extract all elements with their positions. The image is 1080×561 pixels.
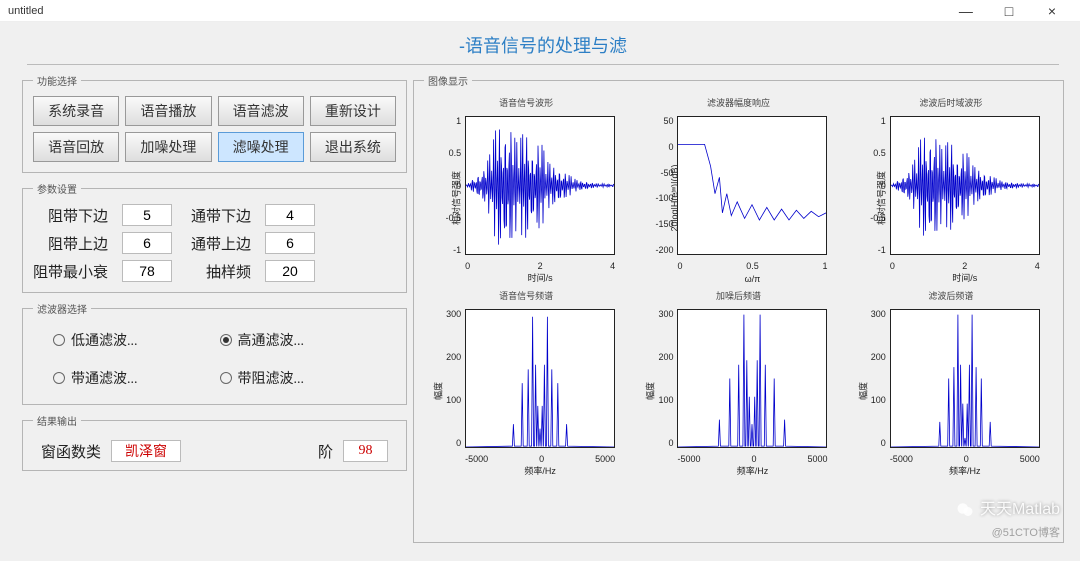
image-panel: 图像显示 语音信号波形相对信号强度10.50-0.5-1024时间/s滤波器幅度… (413, 73, 1064, 543)
chart-plot-area (465, 309, 615, 448)
param-input[interactable] (265, 204, 315, 226)
param-label: 通带下边 (191, 205, 251, 226)
function-panel-legend: 功能选择 (33, 73, 81, 88)
chart-plot-area (677, 116, 827, 255)
chart-title: 加噪后频谱 (716, 289, 761, 301)
chart-xlabel: ω/π (677, 274, 827, 284)
chart-axes: 幅度3002001000-500005000频率/Hz (856, 303, 1046, 478)
radio-label: 带阻滤波... (238, 368, 305, 388)
maximize-icon[interactable]: □ (989, 0, 1029, 22)
param-input[interactable] (122, 204, 172, 226)
window-controls: — □ × (946, 0, 1072, 21)
param-panel: 参数设置 阻带下边 通带下边阻带上边 通带上边阻带最小衰 抽样频 (22, 181, 407, 293)
chart-3: 语音信号频谱幅度3002001000-500005000频率/Hz (424, 289, 628, 478)
param-label: 抽样频 (191, 261, 251, 282)
radio-icon (53, 334, 65, 346)
chart-4: 加噪后频谱幅度3002001000-500005000频率/Hz (636, 289, 840, 478)
chart-title: 滤波后频谱 (928, 289, 973, 301)
minimize-icon[interactable]: — (946, 0, 986, 22)
chart-axes: 相对信号强度10.50-0.5-1024时间/s (431, 110, 621, 285)
chart-5: 滤波后频谱幅度3002001000-500005000频率/Hz (849, 289, 1053, 478)
func-button-4[interactable]: 语音回放 (33, 132, 119, 162)
func-button-2[interactable]: 语音滤波 (218, 96, 304, 126)
param-panel-legend: 参数设置 (33, 181, 81, 196)
chart-axes: 相对信号强度10.50-0.5-1024时间/s (856, 110, 1046, 285)
chart-xlabel: 频率/Hz (677, 464, 827, 477)
func-button-5[interactable]: 加噪处理 (125, 132, 211, 162)
filter-panel-legend: 滤波器选择 (33, 301, 91, 316)
result-panel-legend: 结果输出 (33, 413, 81, 428)
window-func-label: 窗函数类 (41, 441, 101, 462)
func-button-7[interactable]: 退出系统 (310, 132, 396, 162)
chart-yticks: 500-50-100-150-200 (643, 116, 675, 255)
result-panel: 结果输出 窗函数类 阶 (22, 413, 407, 471)
param-label: 阻带上边 (33, 233, 108, 254)
chart-xlabel: 时间/s (465, 271, 615, 284)
param-label: 阻带下边 (33, 205, 108, 226)
chart-plot-area (890, 309, 1040, 448)
chart-plot-area (890, 116, 1040, 255)
radio-icon (220, 372, 232, 384)
chart-xticks: 024 (465, 261, 615, 271)
filter-radio-1[interactable]: 高通滤波... (220, 330, 377, 350)
chart-xticks: -500005000 (465, 454, 615, 464)
chart-yticks: 10.50-0.5-1 (431, 116, 463, 255)
chart-plot-area (677, 309, 827, 448)
chart-xticks: 00.51 (677, 261, 827, 271)
window-titlebar: untitled — □ × (0, 0, 1080, 22)
chart-axes: 20log|H(eʲʷ)|(dB)500-50-100-150-20000.51… (643, 110, 833, 285)
chart-2: 滤波后时域波形相对信号强度10.50-0.5-1024时间/s (849, 96, 1053, 285)
window-title: untitled (8, 0, 43, 21)
filter-panel: 滤波器选择 低通滤波... 高通滤波... 带通滤波... 带阻滤波... (22, 301, 407, 405)
chart-yticks: 10.50-0.5-1 (856, 116, 888, 255)
chart-title: 滤波后时域波形 (919, 96, 982, 108)
filter-radio-3[interactable]: 带阻滤波... (220, 368, 377, 388)
func-button-0[interactable]: 系统录音 (33, 96, 119, 126)
param-input[interactable] (265, 232, 315, 254)
function-panel: 功能选择 系统录音语音播放语音滤波重新设计语音回放加噪处理滤噪处理退出系统 (22, 73, 407, 173)
chart-0: 语音信号波形相对信号强度10.50-0.5-1024时间/s (424, 96, 628, 285)
close-icon[interactable]: × (1032, 0, 1072, 22)
chart-yticks: 3002001000 (643, 309, 675, 448)
radio-icon (220, 334, 232, 346)
func-button-6[interactable]: 滤噪处理 (218, 132, 304, 162)
chart-plot-area (465, 116, 615, 255)
order-field[interactable] (343, 440, 388, 462)
func-button-3[interactable]: 重新设计 (310, 96, 396, 126)
chart-xticks: -500005000 (677, 454, 827, 464)
radio-icon (53, 372, 65, 384)
radio-label: 低通滤波... (71, 330, 138, 350)
filter-radio-0[interactable]: 低通滤波... (53, 330, 210, 350)
chart-axes: 幅度3002001000-500005000频率/Hz (431, 303, 621, 478)
window-func-field[interactable] (111, 440, 181, 462)
param-input[interactable] (265, 260, 315, 282)
param-label: 阻带最小衰 (33, 261, 108, 282)
param-input[interactable] (122, 260, 172, 282)
chart-title: 滤波器幅度响应 (707, 96, 770, 108)
chart-title: 语音信号波形 (499, 96, 553, 108)
chart-xticks: 024 (890, 261, 1040, 271)
page-title: -语音信号的处理与滤 (27, 32, 1059, 65)
filter-radio-2[interactable]: 带通滤波... (53, 368, 210, 388)
chart-yticks: 3002001000 (856, 309, 888, 448)
chart-yticks: 3002001000 (431, 309, 463, 448)
chart-xticks: -500005000 (890, 454, 1040, 464)
chart-xlabel: 频率/Hz (890, 464, 1040, 477)
radio-label: 高通滤波... (238, 330, 305, 350)
param-label: 通带上边 (191, 233, 251, 254)
param-input[interactable] (122, 232, 172, 254)
chart-1: 滤波器幅度响应 20log|H(eʲʷ)|(dB)500-50-100-150-2… (636, 96, 840, 285)
chart-xlabel: 时间/s (890, 271, 1040, 284)
chart-title: 语音信号频谱 (499, 289, 553, 301)
image-panel-legend: 图像显示 (424, 73, 472, 88)
chart-axes: 幅度3002001000-500005000频率/Hz (643, 303, 833, 478)
func-button-1[interactable]: 语音播放 (125, 96, 211, 126)
radio-label: 带通滤波... (71, 368, 138, 388)
order-label: 阶 (318, 441, 333, 462)
chart-xlabel: 频率/Hz (465, 464, 615, 477)
